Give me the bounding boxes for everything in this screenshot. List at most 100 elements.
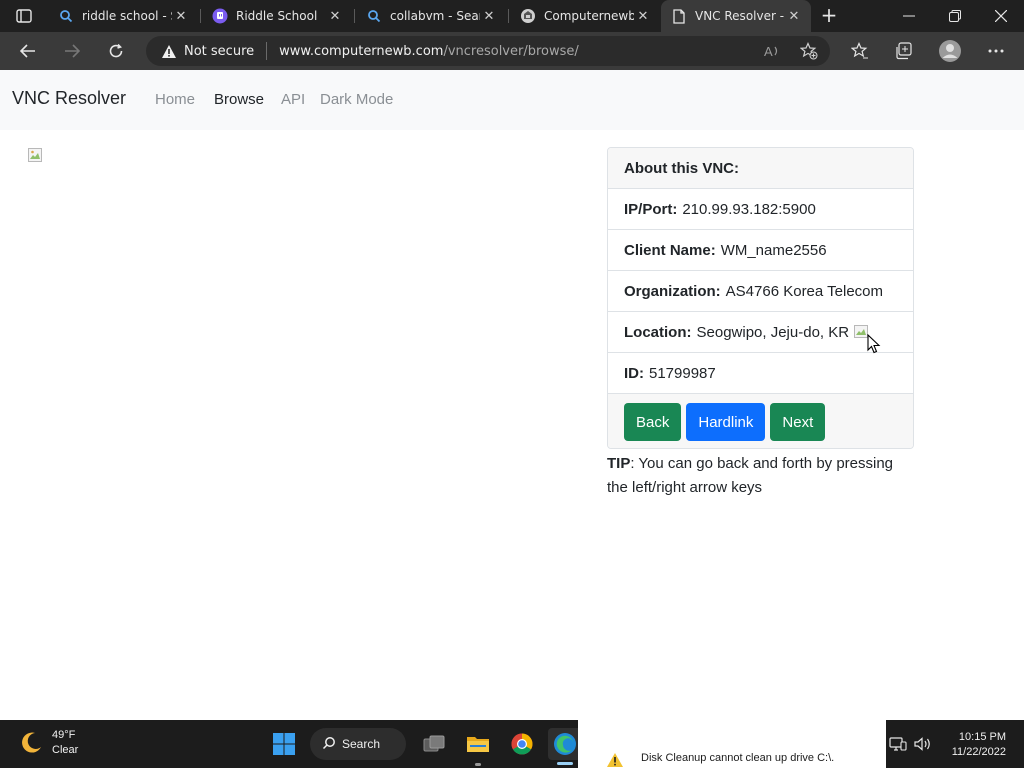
tab-title: Computernewb: [544, 9, 634, 23]
minimize-icon[interactable]: [886, 0, 932, 32]
taskbar-search[interactable]: Search: [310, 728, 406, 760]
vnc-screenshot-broken-image-icon: [28, 148, 43, 163]
page-icon: [671, 8, 687, 24]
card-footer: Back Hardlink Next: [608, 394, 913, 448]
row-value: AS4766 Korea Telecom: [725, 282, 883, 300]
edge-icon[interactable]: [548, 728, 582, 760]
row-label: Organization:: [624, 282, 721, 300]
clock[interactable]: 10:15 PM 11/22/2022: [952, 730, 1006, 760]
row-value: Seogwipo, Jeju-do, KR: [696, 323, 850, 341]
card-header: About this VNC:: [608, 148, 913, 189]
site-logo-icon: [520, 8, 536, 24]
security-status[interactable]: Not secure: [184, 44, 254, 59]
close-tab-icon[interactable]: ✕: [326, 7, 344, 25]
search-icon: [58, 8, 74, 24]
warning-icon[interactable]: [160, 42, 178, 60]
forward-arrow-icon[interactable]: [58, 38, 86, 64]
next-button[interactable]: Next: [770, 403, 826, 441]
nav-link-dark-mode[interactable]: Dark Mode: [320, 91, 393, 108]
nav-link-browse[interactable]: Browse: [214, 91, 264, 108]
nav-link-api[interactable]: API: [281, 91, 305, 108]
svg-text:A: A: [764, 44, 773, 59]
app-running-indicator: [475, 763, 481, 766]
client-name-row: Client Name: WM_name2556: [608, 230, 913, 271]
browser-tab-strip: riddle school - Search ✕ Riddle School ✕…: [0, 0, 1024, 32]
back-arrow-icon[interactable]: [14, 38, 42, 64]
tab-title: Riddle School: [236, 9, 318, 23]
close-window-icon[interactable]: [978, 0, 1024, 32]
nav-link-home[interactable]: Home: [155, 91, 195, 108]
url-path: /vncresolver/browse/: [443, 43, 579, 59]
site-brand[interactable]: VNC Resolver: [12, 88, 126, 109]
search-label: Search: [342, 737, 381, 751]
tab-divider: [354, 9, 355, 23]
tab-title: collabvm - Search: [390, 9, 480, 23]
close-tab-icon[interactable]: ✕: [634, 7, 652, 25]
moon-icon: [18, 730, 44, 756]
tab-title: VNC Resolver - Browse: [695, 9, 785, 23]
site-navbar: VNC Resolver Home Browse API Dark Mode: [0, 70, 1024, 130]
app-active-indicator: [557, 762, 573, 765]
collections-icon[interactable]: [890, 38, 918, 64]
system-tray: 10:15 PM 11/22/2022: [886, 720, 1024, 768]
url-divider: [266, 42, 268, 60]
clock-date: 11/22/2022: [951, 746, 1006, 758]
task-view-icon[interactable]: [418, 728, 450, 760]
tab-collabvm-search[interactable]: collabvm - Search ✕: [356, 0, 506, 32]
row-label: IP/Port:: [624, 200, 678, 218]
row-value: 51799987: [649, 364, 716, 382]
twitch-icon: [212, 8, 228, 24]
tab-actions-icon[interactable]: [10, 6, 38, 26]
windows-start-icon[interactable]: [268, 728, 300, 760]
mouse-cursor-icon: [867, 333, 881, 354]
new-tab-button[interactable]: +: [818, 5, 840, 27]
search-icon: [322, 736, 336, 753]
tip-body: : You can go back and forth by pressing …: [607, 455, 894, 496]
profile-avatar-icon[interactable]: [936, 38, 964, 64]
tip-text: TIP: You can go back and forth by pressi…: [607, 452, 917, 500]
vnc-info-card: About this VNC: IP/Port: 210.99.93.182:5…: [607, 147, 914, 449]
favorites-icon[interactable]: [846, 38, 874, 64]
refresh-icon[interactable]: [102, 38, 130, 64]
row-value: 210.99.93.182:5900: [682, 200, 816, 218]
ip-port-row: IP/Port: 210.99.93.182:5900: [608, 189, 913, 230]
warning-icon: [606, 752, 624, 768]
more-options-icon[interactable]: [982, 38, 1010, 64]
close-tab-icon[interactable]: ✕: [172, 7, 190, 25]
tab-divider: [200, 9, 201, 23]
hardlink-button[interactable]: Hardlink: [686, 403, 766, 441]
row-label: ID:: [624, 364, 644, 382]
file-explorer-icon[interactable]: [462, 728, 494, 760]
tab-riddle-school[interactable]: Riddle School ✕: [202, 0, 352, 32]
web-page: VNC Resolver Home Browse API Dark Mode A…: [0, 70, 1024, 720]
url-host: www.computernewb.com: [279, 43, 444, 59]
row-label: Client Name:: [624, 241, 716, 259]
notification-message: Disk Cleanup cannot clean up drive C:\.: [641, 752, 835, 764]
tab-title: riddle school - Search: [82, 9, 172, 23]
weather-widget[interactable]: 49°F Clear: [18, 728, 78, 758]
network-icon[interactable]: [888, 735, 908, 753]
address-bar[interactable]: Not secure www.computernewb.com/vncresol…: [146, 36, 830, 66]
add-favorite-icon[interactable]: [798, 40, 820, 62]
clock-time: 10:15 PM: [958, 731, 1006, 743]
notification-toast[interactable]: Disk Cleanup cannot clean up drive C:\.: [578, 720, 886, 768]
tab-computernewb[interactable]: Computernewb ✕: [510, 0, 660, 32]
chrome-icon[interactable]: [506, 728, 538, 760]
weather-temp: 49°F: [52, 729, 76, 741]
search-icon: [366, 8, 382, 24]
volume-icon[interactable]: [913, 735, 933, 753]
read-aloud-icon[interactable]: A: [762, 40, 784, 62]
id-row: ID: 51799987: [608, 353, 913, 394]
browser-toolbar: Not secure www.computernewb.com/vncresol…: [0, 32, 1024, 70]
back-button[interactable]: Back: [624, 403, 682, 441]
close-tab-icon[interactable]: ✕: [785, 7, 803, 25]
close-tab-icon[interactable]: ✕: [480, 7, 498, 25]
tab-divider: [508, 9, 509, 23]
tab-vnc-resolver[interactable]: VNC Resolver - Browse ✕: [661, 0, 811, 32]
organization-row: Organization: AS4766 Korea Telecom: [608, 271, 913, 312]
tab-riddle-school-search[interactable]: riddle school - Search ✕: [48, 0, 198, 32]
restore-icon[interactable]: [932, 0, 978, 32]
weather-desc: Clear: [52, 744, 79, 756]
tip-label: TIP: [607, 455, 631, 472]
row-value: WM_name2556: [720, 241, 827, 259]
